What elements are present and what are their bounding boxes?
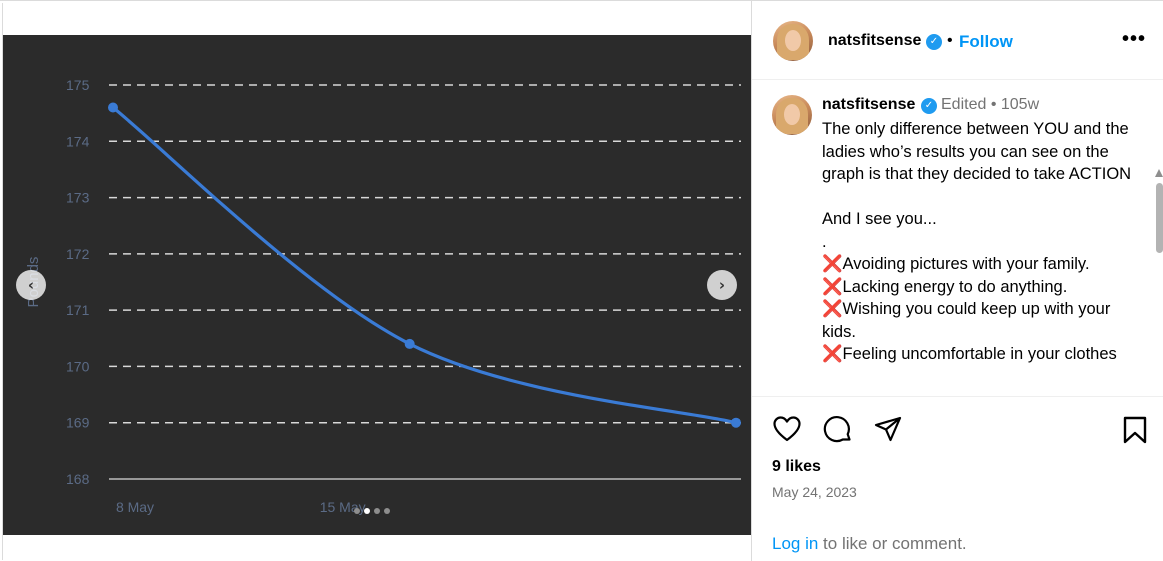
data-point xyxy=(108,102,118,113)
caption-username[interactable]: natsfitsense xyxy=(822,96,915,114)
comment-icon xyxy=(823,416,851,443)
y-tick-label: 175 xyxy=(66,77,90,93)
bookmark-icon xyxy=(1123,416,1147,444)
header-username[interactable]: natsfitsense xyxy=(828,32,921,50)
carousel-dot-active xyxy=(364,508,370,514)
post-header: natsfitsense ✓ • Follow ••• xyxy=(752,1,1163,80)
post-sidebar: natsfitsense ✓ • Follow ••• natsfitsense… xyxy=(751,1,1163,561)
series-line xyxy=(112,106,737,425)
carousel-dot xyxy=(354,508,360,514)
separator-dot: • xyxy=(947,32,953,49)
verified-badge-icon: ✓ xyxy=(926,34,942,50)
caption-scrollbar[interactable] xyxy=(1155,169,1163,396)
more-options-icon[interactable]: ••• xyxy=(1122,28,1146,51)
chart-svg: 1751741731721711701691688 May15 MayPound… xyxy=(25,77,741,515)
comment-button[interactable] xyxy=(823,415,853,450)
y-tick-label: 171 xyxy=(66,302,90,318)
x-tick-label: 8 May xyxy=(116,499,154,515)
likes-count[interactable]: 9 likes xyxy=(772,458,821,476)
send-icon xyxy=(874,416,902,442)
login-prompt-text: to like or comment. xyxy=(818,534,967,553)
post-date: May 24, 2023 xyxy=(772,484,857,500)
post-modal: 1751741731721711701691688 May15 MayPound… xyxy=(0,0,1163,561)
previous-slide-button[interactable]: ‹ xyxy=(16,270,46,300)
actions-section: 9 likes May 24, 2023 Log in to like or c… xyxy=(752,396,1163,561)
scroll-up-icon[interactable] xyxy=(1155,169,1163,177)
carousel-dot xyxy=(384,508,390,514)
login-prompt: Log in to like or comment. xyxy=(772,534,967,554)
data-point xyxy=(731,417,741,428)
media-panel: 1751741731721711701691688 May15 MayPound… xyxy=(2,3,752,560)
weight-chart: 1751741731721711701691688 May15 MayPound… xyxy=(3,35,752,535)
chevron-right-icon: › xyxy=(718,275,726,294)
like-button[interactable] xyxy=(772,415,802,448)
y-tick-label: 174 xyxy=(66,133,90,149)
caption-text: The only difference between YOU and the … xyxy=(822,120,1132,363)
next-slide-button[interactable]: › xyxy=(707,270,737,300)
edited-label: Edited • xyxy=(941,96,997,113)
share-button[interactable] xyxy=(873,415,903,450)
y-tick-label: 168 xyxy=(66,471,90,487)
carousel-dots xyxy=(354,508,390,514)
y-tick-label: 170 xyxy=(66,358,90,374)
save-button[interactable] xyxy=(1122,415,1148,450)
heart-icon xyxy=(773,416,801,442)
login-link[interactable]: Log in xyxy=(772,534,818,553)
follow-button[interactable]: Follow xyxy=(959,32,1013,52)
y-tick-label: 172 xyxy=(66,246,90,262)
scroll-thumb[interactable] xyxy=(1156,183,1163,253)
data-point xyxy=(404,338,415,349)
y-tick-label: 173 xyxy=(66,190,90,206)
carousel-dot xyxy=(374,508,380,514)
chevron-left-icon: ‹ xyxy=(27,275,35,294)
avatar[interactable] xyxy=(773,21,813,61)
edited-timestamp: Edited • 105w xyxy=(941,96,1039,114)
y-tick-label: 169 xyxy=(66,415,90,431)
verified-badge-icon: ✓ xyxy=(921,98,937,114)
caption-section: natsfitsense ✓ Edited • 105w The only di… xyxy=(752,81,1163,396)
post-age[interactable]: 105w xyxy=(1001,96,1039,113)
caption-avatar[interactable] xyxy=(772,95,812,135)
